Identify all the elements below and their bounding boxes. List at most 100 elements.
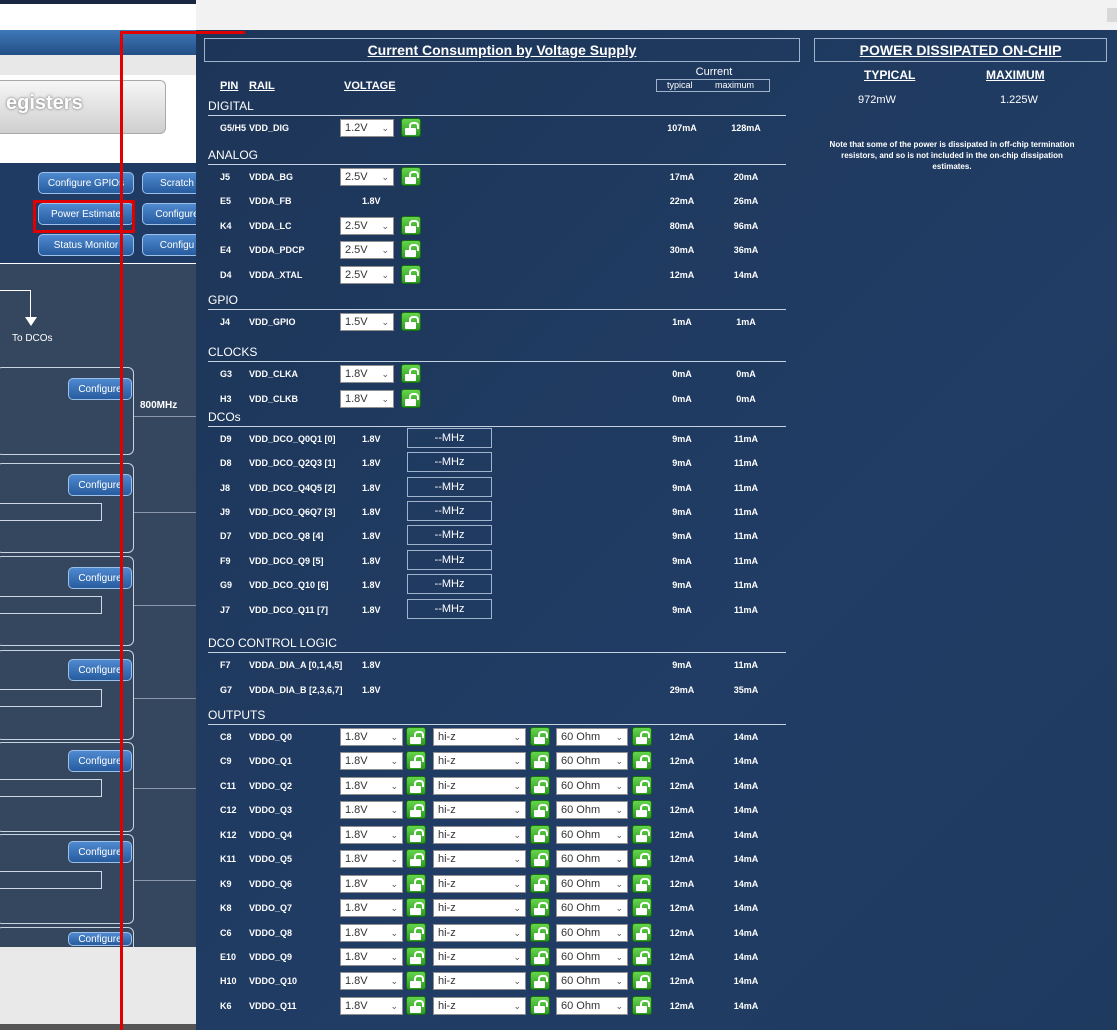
- voltage-select[interactable]: 1.8V ⌄: [340, 850, 403, 869]
- lock-icon[interactable]: [530, 775, 550, 795]
- scratch-button[interactable]: Scratch: [142, 172, 200, 194]
- lock-icon[interactable]: [406, 727, 426, 746]
- lock-icon[interactable]: [632, 873, 652, 893]
- lock-icon[interactable]: [406, 946, 426, 966]
- lock-icon[interactable]: [530, 824, 550, 844]
- lock-icon[interactable]: [406, 873, 426, 893]
- mode-select[interactable]: hi-z ⌄: [433, 923, 526, 942]
- lock-icon[interactable]: [632, 971, 652, 991]
- frequency-field[interactable]: --MHz: [407, 598, 492, 619]
- mode-select[interactable]: hi-z ⌄: [433, 899, 526, 918]
- voltage-select[interactable]: 1.8V ⌄: [340, 752, 403, 771]
- voltage-select[interactable]: 1.8V ⌄: [340, 365, 394, 383]
- lock-icon[interactable]: [530, 751, 550, 771]
- lock-icon[interactable]: [530, 922, 550, 942]
- lock-icon[interactable]: [401, 264, 421, 284]
- mode-select[interactable]: hi-z ⌄: [433, 850, 526, 869]
- frequency-field[interactable]: --MHz: [407, 549, 492, 570]
- configure-button-2[interactable]: Configure: [142, 203, 200, 225]
- mode-select[interactable]: hi-z ⌄: [433, 752, 526, 771]
- mode-select[interactable]: hi-z ⌄: [433, 728, 526, 746]
- impedance-select[interactable]: 60 Ohm ⌄: [556, 850, 628, 869]
- voltage-select[interactable]: 1.8V ⌄: [340, 825, 403, 844]
- impedance-select[interactable]: 60 Ohm ⌄: [556, 899, 628, 918]
- voltage-select[interactable]: 1.8V ⌄: [340, 389, 394, 408]
- voltage-select[interactable]: 2.5V ⌄: [340, 241, 394, 260]
- mode-select[interactable]: hi-z ⌄: [433, 801, 526, 820]
- frequency-field[interactable]: --MHz: [407, 476, 492, 497]
- lock-icon[interactable]: [530, 995, 550, 1015]
- voltage-select[interactable]: 1.2V ⌄: [340, 119, 394, 137]
- impedance-select[interactable]: 60 Ohm ⌄: [556, 752, 628, 771]
- mode-select[interactable]: hi-z ⌄: [433, 972, 526, 991]
- impedance-select[interactable]: 60 Ohm ⌄: [556, 728, 628, 746]
- lock-icon[interactable]: [406, 775, 426, 795]
- lock-icon[interactable]: [401, 388, 421, 408]
- lock-icon[interactable]: [406, 849, 426, 869]
- lock-icon[interactable]: [401, 240, 421, 260]
- voltage-select[interactable]: 1.8V ⌄: [340, 874, 403, 893]
- frequency-field[interactable]: --MHz: [407, 574, 492, 595]
- impedance-select[interactable]: 60 Ohm ⌄: [556, 923, 628, 942]
- voltage-select[interactable]: 1.8V ⌄: [340, 923, 403, 942]
- frequency-field[interactable]: --MHz: [407, 501, 492, 522]
- impedance-select[interactable]: 60 Ohm ⌄: [556, 825, 628, 844]
- lock-icon[interactable]: [401, 312, 421, 331]
- voltage-select[interactable]: 1.8V ⌄: [340, 728, 403, 746]
- mode-select[interactable]: hi-z ⌄: [433, 996, 526, 1015]
- impedance-select[interactable]: 60 Ohm ⌄: [556, 776, 628, 795]
- impedance-select[interactable]: 60 Ohm ⌄: [556, 801, 628, 820]
- voltage-select[interactable]: 1.8V ⌄: [340, 947, 403, 966]
- voltage-select[interactable]: 2.5V ⌄: [340, 168, 394, 186]
- lock-icon[interactable]: [406, 824, 426, 844]
- lock-icon[interactable]: [406, 751, 426, 771]
- lock-icon[interactable]: [530, 946, 550, 966]
- impedance-select[interactable]: 60 Ohm ⌄: [556, 972, 628, 991]
- lock-icon[interactable]: [530, 727, 550, 746]
- window-close-icon[interactable]: [1107, 8, 1117, 22]
- lock-icon[interactable]: [406, 971, 426, 991]
- voltage-select[interactable]: 2.5V ⌄: [340, 216, 394, 235]
- lock-icon[interactable]: [632, 898, 652, 918]
- lock-icon[interactable]: [632, 824, 652, 844]
- voltage-select[interactable]: 1.8V ⌄: [340, 899, 403, 918]
- lock-icon[interactable]: [401, 167, 421, 186]
- lock-icon[interactable]: [632, 751, 652, 771]
- lock-icon[interactable]: [401, 215, 421, 235]
- voltage-select[interactable]: 2.5V ⌄: [340, 265, 394, 284]
- lock-icon[interactable]: [401, 364, 421, 383]
- lock-icon[interactable]: [406, 995, 426, 1015]
- impedance-select[interactable]: 60 Ohm ⌄: [556, 874, 628, 893]
- lock-icon[interactable]: [401, 118, 421, 137]
- mode-select[interactable]: hi-z ⌄: [433, 825, 526, 844]
- frequency-field[interactable]: --MHz: [407, 525, 492, 546]
- voltage-select[interactable]: 1.5V ⌄: [340, 313, 394, 331]
- lock-icon[interactable]: [632, 946, 652, 966]
- frequency-field[interactable]: --MHz: [407, 428, 492, 448]
- lock-icon[interactable]: [530, 849, 550, 869]
- lock-icon[interactable]: [406, 922, 426, 942]
- frequency-field[interactable]: --MHz: [407, 452, 492, 473]
- voltage-select[interactable]: 1.8V ⌄: [340, 972, 403, 991]
- impedance-select[interactable]: 60 Ohm ⌄: [556, 996, 628, 1015]
- lock-icon[interactable]: [632, 995, 652, 1015]
- lock-icon[interactable]: [632, 849, 652, 869]
- voltage-select[interactable]: 1.8V ⌄: [340, 801, 403, 820]
- lock-icon[interactable]: [530, 898, 550, 918]
- voltage-select[interactable]: 1.8V ⌄: [340, 996, 403, 1015]
- lock-icon[interactable]: [406, 898, 426, 918]
- lock-icon[interactable]: [632, 922, 652, 942]
- lock-icon[interactable]: [530, 800, 550, 820]
- mode-select[interactable]: hi-z ⌄: [433, 776, 526, 795]
- impedance-select[interactable]: 60 Ohm ⌄: [556, 947, 628, 966]
- lock-icon[interactable]: [632, 775, 652, 795]
- lock-icon[interactable]: [632, 800, 652, 820]
- configure-button-3[interactable]: Configu: [142, 234, 200, 256]
- mode-select[interactable]: hi-z ⌄: [433, 947, 526, 966]
- registers-tab[interactable]: egisters: [0, 80, 166, 134]
- lock-icon[interactable]: [632, 727, 652, 746]
- lock-icon[interactable]: [530, 873, 550, 893]
- voltage-select[interactable]: 1.8V ⌄: [340, 776, 403, 795]
- lock-icon[interactable]: [530, 971, 550, 991]
- lock-icon[interactable]: [406, 800, 426, 820]
